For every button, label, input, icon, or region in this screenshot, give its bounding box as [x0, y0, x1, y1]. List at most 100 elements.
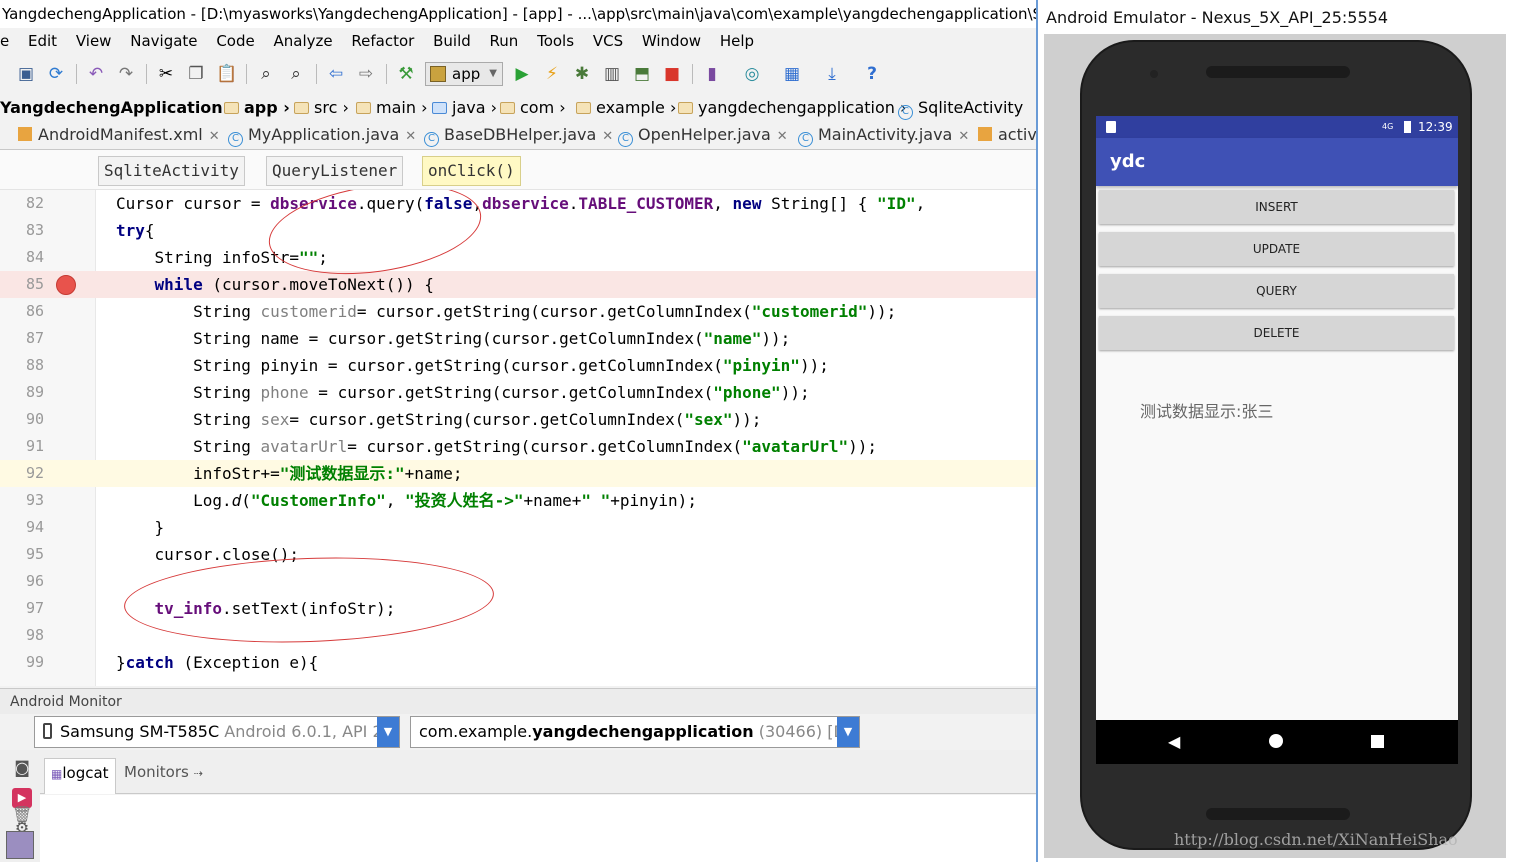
code-line: 91 String avatarUrl= cursor.getString(cu…	[25, 437, 878, 456]
menu-help[interactable]: Help	[720, 28, 754, 54]
breadcrumb-java[interactable]: java ›	[432, 94, 497, 121]
menu-run[interactable]: Run	[490, 28, 519, 54]
android-app-icon	[430, 66, 446, 82]
delete-button[interactable]: DELETE	[1099, 316, 1454, 350]
crumb-class[interactable]: SqliteActivity	[98, 156, 245, 186]
back-icon[interactable]: ◀	[1168, 732, 1180, 751]
menu-vcs[interactable]: VCS	[593, 28, 623, 54]
update-button[interactable]: UPDATE	[1099, 232, 1454, 266]
android-studio-window: YangdechengApplication - [D:\myasworks\Y…	[0, 0, 1036, 862]
breadcrumb-main[interactable]: main ›	[356, 94, 427, 121]
breadcrumb-app[interactable]: app ›	[224, 94, 290, 121]
device-selector-row: Samsung SM-T585C Android 6.0.1, API 23 ▼…	[0, 714, 1036, 750]
copy-icon[interactable]: ❐	[186, 64, 206, 84]
stop-icon[interactable]: ■	[662, 64, 682, 84]
sync-icon[interactable]: ⟳	[46, 64, 66, 84]
android-monitor-title: Android Monitor	[0, 688, 1036, 714]
back-icon[interactable]: ⇦	[326, 64, 346, 84]
tab-mainactivity[interactable]: C MainActivity.java ✕	[796, 122, 969, 149]
tab-androidmanifest[interactable]: AndroidManifest.xml ✕	[16, 122, 220, 149]
redo-icon[interactable]: ↷	[116, 64, 136, 84]
logcat-output[interactable]: 🗑	[6, 795, 1036, 862]
menu-analyze[interactable]: Analyze	[274, 28, 333, 54]
monitor-tabs: ▦logcat Monitors ⇢	[40, 750, 1036, 794]
device-select[interactable]: Samsung SM-T585C Android 6.0.1, API 23 ▼	[34, 716, 400, 748]
tab-activity[interactable]: activ	[976, 122, 1036, 149]
phone-frame: 4G 12:39 ydc INSERT UPDATE QUERY DELETE …	[1080, 40, 1472, 850]
trash-icon[interactable]: 🗑	[12, 805, 32, 825]
menu-tools[interactable]: Tools	[537, 28, 574, 54]
crumb-listener[interactable]: QueryListener	[266, 156, 404, 186]
tab-myapplication[interactable]: C MyApplication.java ✕	[226, 122, 416, 149]
help-icon[interactable]: ?	[862, 64, 882, 84]
folder-icon	[294, 102, 309, 114]
insert-button[interactable]: INSERT	[1099, 190, 1454, 224]
query-button[interactable]: QUERY	[1099, 274, 1454, 308]
close-icon[interactable]: ✕	[209, 129, 220, 144]
phone-screen[interactable]: 4G 12:39 ydc INSERT UPDATE QUERY DELETE …	[1096, 116, 1458, 764]
folder-icon	[432, 102, 447, 114]
debug-icon[interactable]: ✱	[572, 64, 592, 84]
run-config-select[interactable]: app ▼	[425, 62, 503, 86]
tab-logcat[interactable]: ▦logcat	[44, 758, 116, 794]
menu-code[interactable]: Code	[216, 28, 254, 54]
menu-file[interactable]: e	[0, 28, 9, 54]
apply-changes-icon[interactable]: ⚡	[542, 64, 562, 84]
breadcrumb-com[interactable]: com ›	[500, 94, 566, 121]
class-icon: C	[898, 105, 913, 120]
avd-manager-icon[interactable]: ▮	[702, 64, 722, 84]
code-line: 95 cursor.close();	[25, 545, 300, 564]
code-line: 87 String name = cursor.getString(cursor…	[25, 329, 791, 348]
code-line: 86 String customerid= cursor.getString(c…	[25, 302, 897, 321]
run-icon[interactable]: ▶	[512, 64, 532, 84]
cut-icon[interactable]: ✂	[156, 64, 176, 84]
forward-icon[interactable]: ⇨	[356, 64, 376, 84]
tab-monitors[interactable]: Monitors ⇢	[118, 758, 209, 794]
breadcrumb-class[interactable]: C SqliteActivity	[898, 94, 1023, 121]
close-icon[interactable]: ✕	[602, 129, 613, 144]
sdk-manager-icon[interactable]: ⤓	[822, 64, 842, 84]
camera-icon[interactable]: ◙	[12, 758, 32, 778]
class-icon: C	[618, 132, 633, 147]
app-title: ydc	[1096, 138, 1458, 186]
project-structure-icon[interactable]: ▦	[782, 64, 802, 84]
breadcrumb-package[interactable]: yangdechengapplication ›	[678, 94, 906, 121]
code-line-current: 92 infoStr+="测试数据显示:"+name;	[0, 460, 1036, 487]
profile-icon[interactable]: ▥	[602, 64, 622, 84]
close-icon[interactable]: ✕	[958, 129, 969, 144]
save-all-icon[interactable]: ▣	[16, 64, 36, 84]
menu-view[interactable]: View	[76, 28, 112, 54]
sync-gradle-icon[interactable]: ◎	[742, 64, 762, 84]
close-icon[interactable]: ✕	[777, 129, 788, 144]
paste-icon[interactable]: 📋	[216, 64, 237, 84]
class-icon: C	[798, 132, 813, 147]
breadcrumb-src[interactable]: src ›	[294, 94, 349, 121]
attach-debugger-icon[interactable]: ⬒	[632, 64, 652, 84]
make-project-icon[interactable]: ⚒	[396, 64, 416, 84]
code-editor[interactable]: 82 Cursor cursor = dbservice.query(false,…	[0, 190, 1036, 686]
replace-icon[interactable]: ⌕	[286, 64, 306, 84]
menu-edit[interactable]: Edit	[28, 28, 57, 54]
class-icon: C	[424, 132, 439, 147]
breakpoint-icon[interactable]	[56, 275, 76, 295]
menu-navigate[interactable]: Navigate	[130, 28, 197, 54]
tab-basedbhelper[interactable]: C BaseDBHelper.java ✕	[422, 122, 613, 149]
menu-refactor[interactable]: Refactor	[351, 28, 414, 54]
process-select[interactable]: com.example.yangdechengapplication (3046…	[410, 716, 860, 748]
process-prefix: com.example.	[419, 722, 533, 741]
menu-build[interactable]: Build	[433, 28, 471, 54]
menu-window[interactable]: Window	[642, 28, 701, 54]
code-line: 90 String sex= cursor.getString(cursor.g…	[25, 410, 762, 429]
crumb-method[interactable]: onClick()	[422, 156, 521, 186]
layout-file-icon	[978, 127, 992, 141]
scroll-to-end-icon[interactable]	[6, 831, 34, 859]
breadcrumb-project[interactable]: YangdechengApplication ›	[0, 94, 235, 121]
home-icon[interactable]	[1269, 734, 1283, 748]
breadcrumb-example[interactable]: example ›	[576, 94, 676, 121]
method-breadcrumb-bar: SqliteActivity QueryListener onClick()	[0, 150, 1036, 190]
find-icon[interactable]: ⌕	[256, 64, 276, 84]
close-icon[interactable]: ✕	[405, 129, 416, 144]
tab-openhelper[interactable]: C OpenHelper.java ✕	[616, 122, 788, 149]
recents-icon[interactable]	[1371, 735, 1384, 748]
undo-icon[interactable]: ↶	[86, 64, 106, 84]
